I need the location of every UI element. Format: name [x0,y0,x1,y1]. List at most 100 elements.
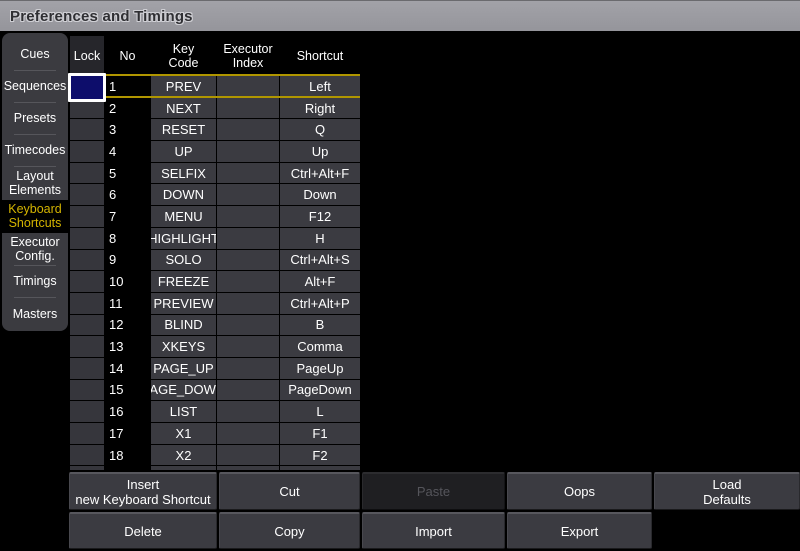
shortcut-cell[interactable]: PageUp [280,358,360,379]
executor-index-cell[interactable] [217,336,279,357]
executor-index-cell[interactable] [217,206,279,227]
lock-cell[interactable] [70,380,104,401]
sidebar-item-executor-config[interactable]: Executor Config. [2,233,68,266]
executor-index-cell[interactable] [217,228,279,249]
no-cell[interactable]: 3 [105,119,150,140]
key-code-cell[interactable]: X1 [151,423,216,444]
lock-cell[interactable] [70,315,104,336]
key-code-cell[interactable]: XKEYS [151,336,216,357]
executor-index-cell[interactable] [217,163,279,184]
shortcut-cell[interactable]: F2 [280,445,360,466]
key-code-cell[interactable]: SELFIX [151,163,216,184]
lock-cell[interactable] [70,336,104,357]
shortcut-cell[interactable]: Ctrl+Alt+P [280,293,360,314]
shortcut-cell[interactable]: Comma [280,336,360,357]
sidebar-item-layout-elements[interactable]: Layout Elements [2,167,68,200]
shortcut-cell[interactable]: Down [280,184,360,205]
no-cell[interactable]: 13 [105,336,150,357]
key-code-cell[interactable]: BLIND [151,315,216,336]
key-code-cell[interactable]: FREEZE [151,271,216,292]
load-defaults-button[interactable]: Load Defaults [654,472,800,510]
lock-cell[interactable] [70,445,104,466]
executor-index-cell[interactable] [217,401,279,422]
shortcut-cell[interactable]: B [280,315,360,336]
column-header-lock[interactable]: Lock [70,36,104,75]
key-code-cell[interactable]: NEXT [151,98,216,119]
executor-index-cell[interactable] [217,358,279,379]
sidebar-item-keyboard-shortcuts[interactable]: Keyboard Shortcuts [2,200,68,233]
executor-index-cell[interactable] [217,184,279,205]
key-code-cell[interactable]: UP [151,141,216,162]
key-code-cell[interactable]: SOLO [151,250,216,271]
key-code-cell[interactable]: X2 [151,445,216,466]
shortcut-cell[interactable]: Alt+F [280,271,360,292]
column-header-key-code[interactable]: Key Code [151,36,216,75]
sidebar-item-sequences[interactable]: Sequences [2,71,68,103]
lock-cell[interactable] [70,184,104,205]
lock-cell[interactable] [70,423,104,444]
executor-index-cell[interactable] [217,141,279,162]
key-code-cell[interactable]: PAGE_DOWN [151,380,216,401]
no-cell[interactable]: 17 [105,423,150,444]
shortcut-cell[interactable]: F12 [280,206,360,227]
no-cell[interactable]: 12 [105,315,150,336]
sidebar-item-timings[interactable]: Timings [2,266,68,298]
lock-cell[interactable] [70,119,104,140]
shortcut-cell[interactable]: Q [280,119,360,140]
column-header-no[interactable]: No [105,36,150,75]
lock-cell[interactable] [70,141,104,162]
shortcut-cell[interactable]: H [280,228,360,249]
key-code-cell[interactable]: MENU [151,206,216,227]
cut-button[interactable]: Cut [219,472,360,510]
executor-index-cell[interactable] [217,119,279,140]
shortcut-cell[interactable]: Left [280,76,360,97]
shortcut-cell[interactable]: Ctrl+Alt+S [280,250,360,271]
no-cell[interactable]: 4 [105,141,150,162]
no-cell[interactable]: 8 [105,228,150,249]
executor-index-cell[interactable] [217,293,279,314]
oops-button[interactable]: Oops [507,472,652,510]
export-button[interactable]: Export [507,512,652,549]
sidebar-item-masters[interactable]: Masters [2,298,68,331]
no-cell[interactable]: 5 [105,163,150,184]
copy-button[interactable]: Copy [219,512,360,549]
sidebar-item-presets[interactable]: Presets [2,103,68,135]
no-cell[interactable]: 6 [105,184,150,205]
lock-cell[interactable] [70,358,104,379]
key-code-cell[interactable]: HIGHLIGHT [151,228,216,249]
executor-index-cell[interactable] [217,98,279,119]
column-header-shortcut[interactable]: Shortcut [280,36,360,75]
no-cell[interactable]: 7 [105,206,150,227]
shortcut-cell[interactable]: Up [280,141,360,162]
column-header-executor-index[interactable]: Executor Index [217,36,279,75]
key-code-cell[interactable]: PAGE_UP [151,358,216,379]
executor-index-cell[interactable] [217,315,279,336]
key-code-cell[interactable]: PREV [151,76,216,97]
executor-index-cell[interactable] [217,423,279,444]
sidebar-item-cues[interactable]: Cues [2,39,68,71]
no-cell[interactable]: 10 [105,271,150,292]
lock-cell[interactable] [70,401,104,422]
no-cell[interactable]: 18 [105,445,150,466]
shortcut-cell[interactable]: Right [280,98,360,119]
insert-new-keyboard-shortcut-button[interactable]: Insert new Keyboard Shortcut [69,472,217,510]
sidebar-item-timecodes[interactable]: Timecodes [2,135,68,167]
lock-cell[interactable] [70,271,104,292]
lock-cell[interactable] [70,228,104,249]
key-code-cell[interactable]: RESET [151,119,216,140]
no-cell[interactable]: 16 [105,401,150,422]
no-cell[interactable]: 1 [105,76,150,97]
executor-index-cell[interactable] [217,271,279,292]
lock-cell[interactable] [70,250,104,271]
key-code-cell[interactable]: DOWN [151,184,216,205]
executor-index-cell[interactable] [217,445,279,466]
lock-cell[interactable] [70,163,104,184]
executor-index-cell[interactable] [217,76,279,97]
key-code-cell[interactable]: PREVIEW [151,293,216,314]
shortcut-cell[interactable]: Ctrl+Alt+F [280,163,360,184]
executor-index-cell[interactable] [217,380,279,401]
lock-cell[interactable] [70,293,104,314]
selected-cell-indicator[interactable] [68,73,106,102]
key-code-cell[interactable]: LIST [151,401,216,422]
executor-index-cell[interactable] [217,250,279,271]
